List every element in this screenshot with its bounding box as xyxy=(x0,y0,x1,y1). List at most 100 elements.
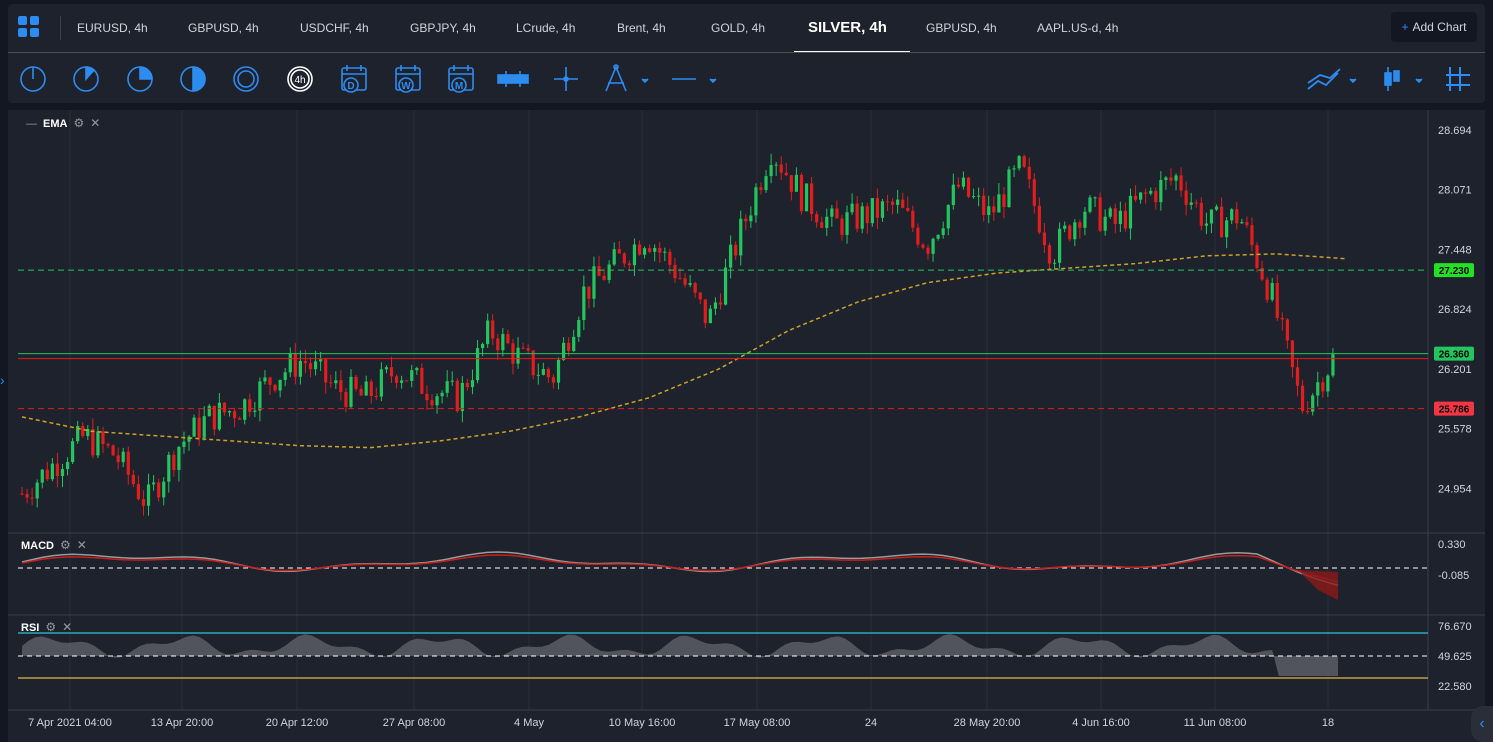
add-chart-button[interactable]: + Add Chart xyxy=(1391,12,1477,42)
macd-label: MACD xyxy=(21,540,54,552)
monthly-calendar-icon[interactable]: M xyxy=(448,65,474,93)
candle-body xyxy=(531,350,535,376)
price-axis-label: 27.448 xyxy=(1438,244,1472,256)
candle-body xyxy=(1245,222,1249,226)
candle-type-icon[interactable] xyxy=(1384,67,1400,91)
daily-calendar-icon[interactable]: D xyxy=(341,65,367,93)
candle-body xyxy=(754,187,758,216)
candle-body xyxy=(1078,222,1082,228)
candle-body xyxy=(906,207,910,211)
candle-body xyxy=(71,441,75,463)
candle-body xyxy=(1154,190,1158,203)
symbol-tab[interactable]: GBPUSD, 4h xyxy=(188,4,259,52)
close-icon[interactable]: ✕ xyxy=(90,116,100,130)
candle-body xyxy=(592,266,596,299)
candle-body xyxy=(405,380,409,382)
candle-body xyxy=(1083,211,1087,228)
candle-body xyxy=(1037,205,1041,233)
chevron-left-icon[interactable]: ‹ xyxy=(1471,706,1493,742)
candle-body xyxy=(966,177,971,197)
candle-body xyxy=(1007,169,1011,208)
candle-body xyxy=(774,164,778,166)
candle-body xyxy=(698,292,702,300)
candle-body xyxy=(632,244,637,266)
candle-body xyxy=(273,384,277,391)
candle-body xyxy=(45,469,49,480)
1m-icon[interactable] xyxy=(20,66,46,92)
1h-icon[interactable] xyxy=(233,66,259,92)
indicator-icon[interactable] xyxy=(1307,68,1341,90)
candle-body xyxy=(810,183,814,215)
candle-body xyxy=(1255,245,1259,268)
symbol-tab[interactable]: LCrude, 4h xyxy=(516,4,575,52)
5m-icon[interactable] xyxy=(73,66,99,92)
settings-icon[interactable]: ⚙ xyxy=(60,538,71,552)
candle-body xyxy=(1022,156,1026,167)
candle-body xyxy=(946,205,950,229)
30m-icon[interactable] xyxy=(180,66,206,92)
macd-legend: MACD ⚙ ✕ xyxy=(21,538,87,552)
weekly-calendar-icon[interactable]: W xyxy=(395,65,421,93)
current-price-label: 26.360 xyxy=(1439,350,1470,361)
candle-body xyxy=(1123,210,1128,229)
candle-body xyxy=(804,183,809,212)
candle-body xyxy=(658,247,662,253)
chevron-right-icon[interactable]: › xyxy=(0,372,5,388)
line-menu-chevron-icon[interactable] xyxy=(709,78,717,84)
candle-body xyxy=(1103,216,1107,231)
candle-body xyxy=(238,418,242,420)
candle-body xyxy=(799,174,804,212)
time-axis-label: 17 May 08:00 xyxy=(724,717,791,729)
candle-menu-chevron-icon[interactable] xyxy=(1415,78,1423,84)
drawing-icon[interactable] xyxy=(605,64,627,92)
candle-body xyxy=(890,201,895,205)
symbol-tab[interactable]: GBPJPY, 4h xyxy=(410,4,476,52)
symbol-tab[interactable]: SILVER, 4h xyxy=(808,4,887,52)
candle-body xyxy=(1265,279,1269,300)
candle-body xyxy=(298,360,302,377)
symbol-tab[interactable]: EURUSD, 4h xyxy=(77,4,148,52)
crosshair-icon[interactable] xyxy=(554,67,578,91)
candle-body xyxy=(192,417,196,437)
time-axis-label: 28 May 20:00 xyxy=(954,717,1021,729)
candle-body xyxy=(597,266,601,276)
rsi-area xyxy=(22,634,1338,676)
candle-body xyxy=(1331,354,1335,376)
candle-body xyxy=(389,367,394,377)
close-icon[interactable]: ✕ xyxy=(62,620,72,634)
symbol-tab[interactable]: GBPUSD, 4h xyxy=(926,4,997,52)
candle-body xyxy=(931,238,935,254)
symbol-tab[interactable]: Brent, 4h xyxy=(617,4,666,52)
candle-body xyxy=(602,275,606,280)
candle-body xyxy=(587,286,591,299)
price-axis-label: 25.578 xyxy=(1438,424,1472,436)
candle-body xyxy=(162,481,166,498)
candle-body xyxy=(951,184,955,206)
candle-body xyxy=(729,244,733,268)
settings-icon[interactable]: ⚙ xyxy=(73,116,84,130)
candle-body xyxy=(663,251,667,253)
indicator-menu-chevron-icon[interactable] xyxy=(1349,78,1357,84)
candle-body xyxy=(415,367,419,371)
candle-body xyxy=(1214,206,1219,210)
symbol-tab[interactable]: GOLD, 4h xyxy=(711,4,765,52)
candle-body xyxy=(339,380,343,393)
candle-body xyxy=(30,497,34,499)
candle-body xyxy=(825,216,829,228)
gridlines-icon[interactable] xyxy=(1446,67,1470,91)
symbol-tab[interactable]: AAPL.US-d, 4h xyxy=(1037,4,1118,52)
candle-body xyxy=(885,201,890,203)
settings-icon[interactable]: ⚙ xyxy=(45,620,56,634)
candle-body xyxy=(1219,206,1224,238)
candle-body xyxy=(1250,225,1254,246)
candle-body xyxy=(1225,220,1229,238)
close-icon[interactable]: ✕ xyxy=(77,538,87,552)
chart-area[interactable]: 27.230 26.360 25.786 28.694 28.071 27.448 26.8… xyxy=(8,110,1485,742)
range-icon[interactable] xyxy=(497,71,529,87)
4h-icon[interactable]: 4h xyxy=(287,66,313,92)
ema-legend: — EMA ⚙ ✕ xyxy=(26,116,101,130)
symbol-tab[interactable]: USDCHF, 4h xyxy=(300,4,369,52)
drawing-menu-chevron-icon[interactable] xyxy=(641,78,649,84)
15m-icon[interactable] xyxy=(127,66,153,92)
grid-icon[interactable] xyxy=(18,16,42,40)
